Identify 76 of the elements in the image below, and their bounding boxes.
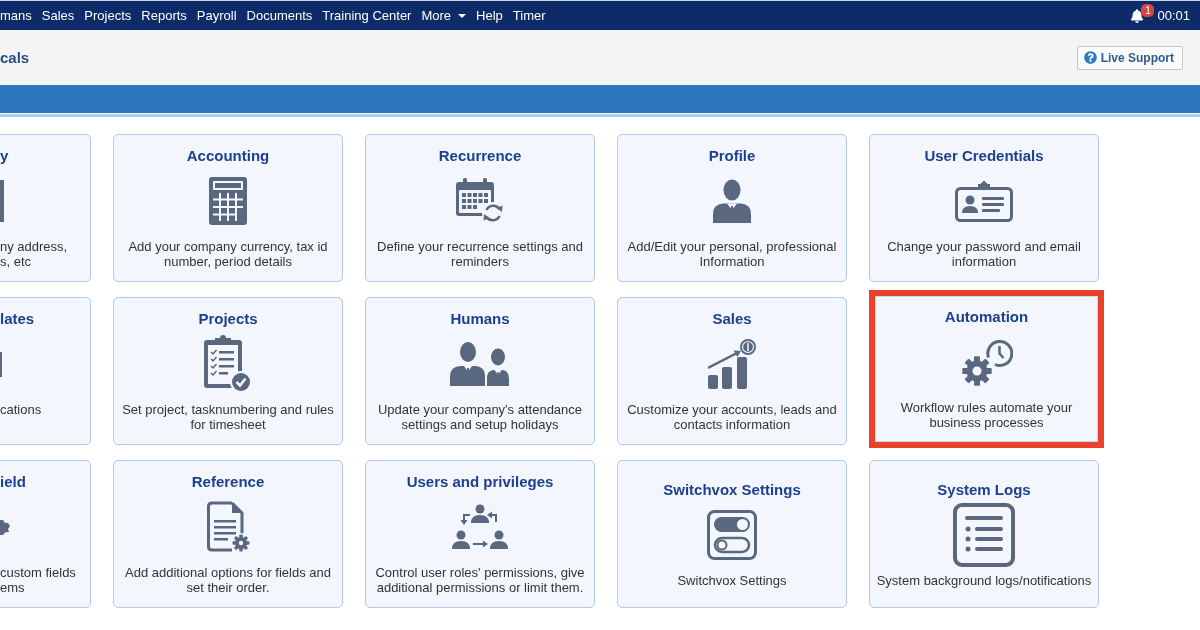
card-title: Accounting xyxy=(186,147,270,165)
card-title: User Credentials xyxy=(924,147,1044,165)
card-description: System background logs/notifications xyxy=(876,572,1092,588)
card-description: Add your company currency, tax id number, period details xyxy=(127,239,329,269)
card-title: Profile xyxy=(708,147,756,165)
settings-card[interactable]: Profile Add/Edit your personal, professional Information xyxy=(617,134,847,282)
caret-icon xyxy=(458,13,467,18)
settings-card[interactable]: Users and privileges Control user roles' permissions, give additional permissions or limit them. xyxy=(365,460,595,608)
card-title: Humans xyxy=(450,310,510,328)
card-title: y xyxy=(0,147,9,165)
card-description: Define your recurrence settings and reminders xyxy=(376,239,584,269)
settings-card[interactable]: Automation Workflow rules automate your business processes xyxy=(869,290,1104,448)
card-title: Projects xyxy=(198,310,258,328)
card-description: Workflow rules automate your business processes xyxy=(899,400,1074,430)
document-gear-icon xyxy=(205,501,251,553)
card-title: Users and privileges xyxy=(406,473,554,491)
nav-menu-item[interactable]: mans xyxy=(0,8,32,23)
card-description: Change your password and email information xyxy=(886,239,1082,269)
card-description: custom fields ems xyxy=(0,565,76,595)
settings-card[interactable]: Switchvox Settings Switchvox Settings xyxy=(617,460,847,608)
live-support-button[interactable]: Live Support xyxy=(1076,45,1183,70)
nav-menu-item[interactable]: Training Center xyxy=(322,8,412,23)
bar-chart-coin-icon xyxy=(708,339,756,389)
id-card-icon xyxy=(955,180,1013,222)
card-title: Sales xyxy=(712,310,752,328)
settings-card[interactable]: Recurrence Define your recurrence settings and reminders xyxy=(365,134,595,282)
settings-card[interactable]: lates cations xyxy=(0,297,91,445)
card-description: Add/Edit your personal, professional Information xyxy=(626,239,838,269)
settings-card[interactable]: Sales Customize your accounts, leads and contacts information xyxy=(617,297,847,445)
two-people-icon xyxy=(450,342,510,386)
settings-card[interactable]: ield custom fields ems xyxy=(0,460,91,608)
calendar-refresh-icon xyxy=(456,178,504,224)
settings-card[interactable]: Humans Update your company's attendance settings and setup holidays xyxy=(365,297,595,445)
nav-menu-item[interactable]: Projects xyxy=(84,8,132,23)
card-title: lates xyxy=(0,310,35,328)
card-description: Add additional options for fields and set their order. xyxy=(124,565,332,595)
settings-card[interactable]: y ny address, s, etc xyxy=(0,134,91,282)
nav-menu-item[interactable]: Sales xyxy=(41,8,75,23)
nav-menu-item[interactable]: Help xyxy=(476,8,503,23)
clipboard-check-icon xyxy=(204,334,252,394)
card-title: ield xyxy=(0,473,26,491)
card-description: Update your company's attendance settings and setup holidays xyxy=(376,402,584,432)
help-icon xyxy=(1083,51,1097,64)
card-description: ny address, s, etc xyxy=(0,239,68,269)
card-title: Switchvox Settings xyxy=(663,480,801,499)
card-description: Control user roles' permissions, give additional permissions or limit them. xyxy=(374,565,586,595)
gear-clock-icon xyxy=(960,338,1013,386)
card-title: Recurrence xyxy=(438,147,522,165)
nav-menu-item[interactable]: Payroll xyxy=(196,8,237,23)
list-icon xyxy=(953,502,1015,567)
settings-card[interactable]: Reference Add additional options for fields and set their order. xyxy=(113,460,343,608)
card-description: cations xyxy=(0,402,42,419)
settings-card[interactable]: System Logs System background logs/notifications xyxy=(869,460,1099,608)
timer-display: 00:01 xyxy=(1157,8,1190,23)
notification-badge: 1 xyxy=(1141,3,1155,17)
calculator-icon xyxy=(209,177,247,225)
nav-menu-item[interactable]: Timer xyxy=(512,8,546,23)
nav-menu-item[interactable]: Documents xyxy=(246,8,313,23)
settings-card[interactable]: Projects Set project, tasknumbering and rules for timesheet xyxy=(113,297,343,445)
card-description: Switchvox Settings xyxy=(677,572,787,588)
card-description: Customize your accounts, leads and contacts information xyxy=(626,402,838,432)
cut-off-gear-icon xyxy=(0,519,10,535)
toggle-switches-icon xyxy=(707,509,757,560)
person-icon xyxy=(712,179,752,223)
bell-icon[interactable] xyxy=(1130,8,1145,23)
nav-menu-item[interactable]: More xyxy=(421,8,467,23)
page-title: cals xyxy=(0,49,30,66)
users-arrows-icon xyxy=(452,504,508,550)
settings-card[interactable]: Accounting Add your company currency, tax id number, period details xyxy=(113,134,343,282)
settings-card[interactable]: User Credentials Change your password and email information xyxy=(869,134,1099,282)
card-title: System Logs xyxy=(937,480,1031,499)
card-title: Automation xyxy=(944,308,1029,326)
card-description: Set project, tasknumbering and rules for timesheet xyxy=(121,402,335,432)
card-title: Reference xyxy=(191,473,265,491)
nav-menu-item[interactable]: Reports xyxy=(141,8,187,23)
cut-off-icon xyxy=(0,180,4,222)
